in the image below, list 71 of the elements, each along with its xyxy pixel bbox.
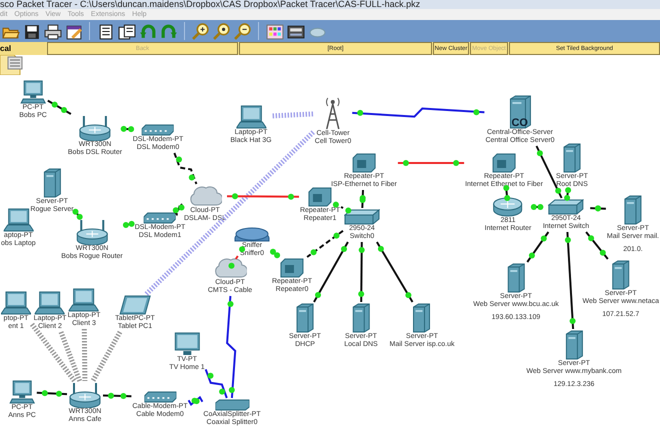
- server-icon[interactable]: [624, 195, 642, 225]
- documents-icon[interactable]: [117, 22, 136, 40]
- coax-cable-line[interactable]: [352, 107, 484, 118]
- tv-icon[interactable]: [174, 332, 200, 356]
- wireless-link[interactable]: [90, 330, 122, 382]
- sniffer-icon[interactable]: [234, 226, 270, 242]
- zoom-out-icon[interactable]: [233, 22, 252, 40]
- router-icon[interactable]: [493, 197, 523, 217]
- laptop-icon[interactable]: [35, 291, 65, 315]
- server-icon[interactable]: [507, 263, 525, 293]
- modem-icon[interactable]: [144, 212, 176, 224]
- switch-icon[interactable]: [548, 199, 584, 215]
- cable-line[interactable]: [120, 126, 134, 132]
- cable-line[interactable]: [358, 242, 365, 302]
- repeater-icon[interactable]: [492, 153, 516, 173]
- cable-line[interactable]: [306, 230, 344, 258]
- palette-icon[interactable]: [265, 22, 284, 40]
- cable-line[interactable]: [590, 205, 606, 212]
- cell-tower-icon[interactable]: [324, 96, 342, 130]
- co-label: CO: [511, 117, 528, 129]
- laptop-icon[interactable]: [236, 105, 266, 129]
- modem-icon[interactable]: [144, 391, 176, 403]
- phone-cable-line[interactable]: [173, 152, 198, 184]
- switch-icon[interactable]: [344, 209, 380, 225]
- server-icon[interactable]: CO: [509, 95, 531, 129]
- wireless-link[interactable]: [58, 331, 82, 382]
- tablet-icon[interactable]: [119, 295, 151, 315]
- server-icon[interactable]: [43, 168, 61, 198]
- wireless-link[interactable]: [82, 328, 88, 382]
- coax-cable-line[interactable]: [204, 369, 228, 398]
- fiber-cable-line[interactable]: [398, 160, 464, 166]
- phone-cable-line[interactable]: [172, 201, 184, 216]
- repeater-icon[interactable]: [352, 153, 376, 173]
- cable-line[interactable]: [564, 187, 572, 201]
- repeater-icon[interactable]: [280, 258, 304, 278]
- cable-line[interactable]: [47, 100, 72, 115]
- zoom-reset-icon[interactable]: [212, 22, 231, 40]
- window-title: sco Packet Tracer - C:\Users\duncan.maidens\Dropbox\CAS Dropbox\Packet Tracer\CAS-FULL-hack.pkz: [0, 0, 420, 9]
- repeater-icon[interactable]: [308, 187, 332, 207]
- cable-line[interactable]: [585, 231, 609, 260]
- wireless-router-icon[interactable]: [78, 115, 112, 141]
- zoom-in-icon[interactable]: [191, 22, 210, 40]
- server-icon[interactable]: [296, 303, 314, 333]
- coax-cable-line[interactable]: [188, 396, 204, 406]
- cable-line[interactable]: [102, 392, 132, 399]
- laptop-icon[interactable]: [1, 291, 31, 315]
- cable-line[interactable]: [313, 242, 349, 302]
- wireless-router-icon[interactable]: [68, 382, 102, 408]
- cloud-icon[interactable]: [213, 257, 247, 279]
- wireless-router-icon[interactable]: [75, 219, 109, 245]
- coax-cable-line[interactable]: [226, 296, 236, 398]
- splitter-icon[interactable]: [215, 399, 249, 411]
- cable-line[interactable]: [360, 190, 366, 208]
- cable-line[interactable]: [503, 185, 510, 201]
- server-icon[interactable]: [413, 303, 431, 333]
- printer-icon[interactable]: [43, 22, 62, 40]
- cable-line[interactable]: [36, 390, 68, 397]
- cable-line[interactable]: [376, 242, 414, 302]
- fiber-cable-line[interactable]: [227, 193, 299, 200]
- server-icon[interactable]: [563, 143, 581, 173]
- logical-tab[interactable]: cal: [0, 42, 46, 55]
- cable-line[interactable]: [526, 231, 550, 263]
- modem-icon[interactable]: [142, 124, 174, 136]
- desktop-computer-icon[interactable]: [20, 80, 46, 104]
- server-icon[interactable]: [352, 303, 370, 333]
- desktop-computer-icon[interactable]: [9, 380, 35, 404]
- laptop-icon[interactable]: [69, 288, 99, 312]
- server-icon[interactable]: [612, 260, 630, 290]
- save-icon[interactable]: [22, 22, 41, 40]
- cable-line[interactable]: [564, 232, 576, 330]
- server-icon[interactable]: [565, 330, 583, 360]
